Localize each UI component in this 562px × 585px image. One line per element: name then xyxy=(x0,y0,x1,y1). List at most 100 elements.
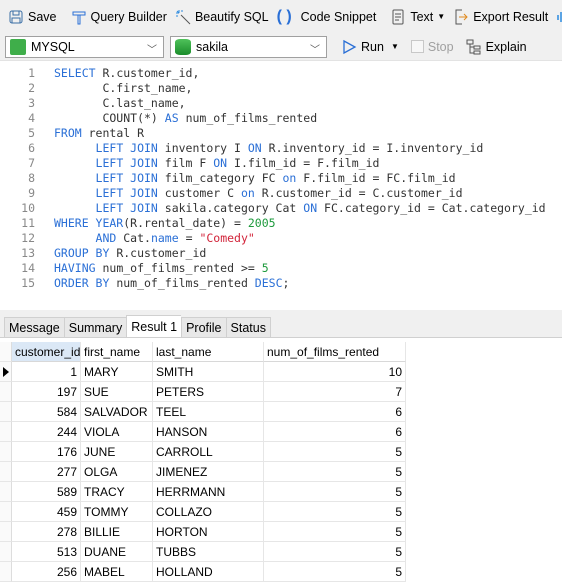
cell-num-of-films-rented[interactable]: 5 xyxy=(264,482,406,502)
cell-customer-id[interactable]: 584 xyxy=(12,402,81,422)
tab-profile[interactable]: Profile xyxy=(181,317,226,338)
cell-num-of-films-rented[interactable]: 6 xyxy=(264,422,406,442)
code-line[interactable]: 2 C.first_name, xyxy=(0,81,192,96)
cell-num-of-films-rented[interactable]: 5 xyxy=(264,562,406,582)
cell-last-name[interactable]: HORTON xyxy=(153,522,264,542)
cell-num-of-films-rented[interactable]: 5 xyxy=(264,462,406,482)
cell-customer-id[interactable]: 244 xyxy=(12,422,81,442)
table-row[interactable]: 459 TOMMY COLLAZO 5 xyxy=(0,502,406,522)
database-select[interactable]: sakila ﹀ xyxy=(170,35,327,58)
cell-last-name[interactable]: HANSON xyxy=(153,422,264,442)
row-indicator[interactable] xyxy=(0,562,12,582)
connection-type-select[interactable]: MYSQL ﹀ xyxy=(5,35,164,58)
code-line[interactable]: 11 WHERE YEAR(R.rental_date) = 2005 xyxy=(0,216,275,231)
row-indicator[interactable] xyxy=(0,482,12,502)
column-header-num-of-films-rented[interactable]: num_of_films_rented xyxy=(264,342,406,362)
cell-first-name[interactable]: TRACY xyxy=(81,482,153,502)
cell-first-name[interactable]: JUNE xyxy=(81,442,153,462)
cell-customer-id[interactable]: 197 xyxy=(12,382,81,402)
cell-num-of-films-rented[interactable]: 7 xyxy=(264,382,406,402)
tab-summary[interactable]: Summary xyxy=(63,317,127,338)
code-line[interactable]: 5 FROM rental R xyxy=(0,126,144,141)
cell-customer-id[interactable]: 256 xyxy=(12,562,81,582)
code-snippet-button[interactable]: ( ) Code Snippet xyxy=(273,5,381,29)
chart-button[interactable] xyxy=(552,5,562,29)
sql-editor[interactable]: 1 SELECT R.customer_id, 2 C.first_name, 3 C… xyxy=(0,60,562,310)
cell-last-name[interactable]: TEEL xyxy=(153,402,264,422)
code-line[interactable]: 13 GROUP BY R.customer_id xyxy=(0,246,206,261)
stop-button[interactable]: Stop xyxy=(407,35,458,59)
row-indicator[interactable] xyxy=(0,442,12,462)
cell-customer-id[interactable]: 278 xyxy=(12,522,81,542)
code-line[interactable]: 7 LEFT JOIN film F ON I.film_id = F.film… xyxy=(0,156,379,171)
cell-num-of-films-rented[interactable]: 5 xyxy=(264,442,406,462)
row-indicator[interactable] xyxy=(0,382,12,402)
cell-num-of-films-rented[interactable]: 6 xyxy=(264,402,406,422)
cell-first-name[interactable]: DUANE xyxy=(81,542,153,562)
cell-first-name[interactable]: BILLIE xyxy=(81,522,153,542)
code-line[interactable]: 4 COUNT(*) AS num_of_films_rented xyxy=(0,111,317,126)
cell-first-name[interactable]: OLGA xyxy=(81,462,153,482)
row-indicator[interactable] xyxy=(0,342,12,362)
code-line[interactable]: 14 HAVING num_of_films_rented >= 5 xyxy=(0,261,269,276)
code-line[interactable]: 15 ORDER BY num_of_films_rented DESC; xyxy=(0,276,289,291)
cell-num-of-films-rented[interactable]: 5 xyxy=(264,542,406,562)
cell-last-name[interactable]: CARROLL xyxy=(153,442,264,462)
cell-customer-id[interactable]: 459 xyxy=(12,502,81,522)
code-line[interactable]: 1 SELECT R.customer_id, xyxy=(0,66,199,81)
cell-customer-id[interactable]: 589 xyxy=(12,482,81,502)
cell-num-of-films-rented[interactable]: 5 xyxy=(264,502,406,522)
result-grid[interactable]: customer_id first_name last_name num_of_fil… xyxy=(0,337,562,585)
column-header-first-name[interactable]: first_name xyxy=(81,342,153,362)
code-line[interactable]: 9 LEFT JOIN customer C on R.customer_id … xyxy=(0,186,462,201)
table-row[interactable]: 584 SALVADOR TEEL 6 xyxy=(0,402,406,422)
cell-last-name[interactable]: HERRMANN xyxy=(153,482,264,502)
code-line[interactable]: 12 AND Cat.name = "Comedy" xyxy=(0,231,255,246)
save-button[interactable]: Save xyxy=(4,5,61,29)
table-row[interactable]: 278 BILLIE HORTON 5 xyxy=(0,522,406,542)
beautify-sql-button[interactable]: Beautify SQL xyxy=(171,5,273,29)
tab-status[interactable]: Status xyxy=(225,317,271,338)
cell-customer-id[interactable]: 1 xyxy=(12,362,81,382)
cell-last-name[interactable]: JIMENEZ xyxy=(153,462,264,482)
table-row[interactable]: 513 DUANE TUBBS 5 xyxy=(0,542,406,562)
cell-num-of-films-rented[interactable]: 10 xyxy=(264,362,406,382)
cell-first-name[interactable]: TOMMY xyxy=(81,502,153,522)
table-row[interactable]: 1 MARY SMITH 10 xyxy=(0,362,406,382)
row-indicator[interactable] xyxy=(0,462,12,482)
table-row[interactable]: 176 JUNE CARROLL 5 xyxy=(0,442,406,462)
cell-last-name[interactable]: COLLAZO xyxy=(153,502,264,522)
run-button[interactable]: Run ▼ xyxy=(337,35,403,59)
cell-first-name[interactable]: VIOLA xyxy=(81,422,153,442)
export-result-button[interactable]: Export Result xyxy=(449,5,552,29)
column-header-customer-id[interactable]: customer_id xyxy=(12,342,81,362)
cell-last-name[interactable]: TUBBS xyxy=(153,542,264,562)
table-row[interactable]: 197 SUE PETERS 7 xyxy=(0,382,406,402)
tab-message[interactable]: Message xyxy=(4,317,64,338)
row-indicator[interactable] xyxy=(0,502,12,522)
cell-first-name[interactable]: SUE xyxy=(81,382,153,402)
tab-result-1[interactable]: Result 1 xyxy=(126,315,182,338)
cell-first-name[interactable]: MABEL xyxy=(81,562,153,582)
table-row[interactable]: 277 OLGA JIMENEZ 5 xyxy=(0,462,406,482)
cell-num-of-films-rented[interactable]: 5 xyxy=(264,522,406,542)
row-indicator[interactable] xyxy=(0,542,12,562)
table-row[interactable]: 244 VIOLA HANSON 6 xyxy=(0,422,406,442)
cell-last-name[interactable]: SMITH xyxy=(153,362,264,382)
table-row[interactable]: 589 TRACY HERRMANN 5 xyxy=(0,482,406,502)
code-line[interactable]: 3 C.last_name, xyxy=(0,96,186,111)
column-header-last-name[interactable]: last_name xyxy=(153,342,264,362)
cell-first-name[interactable]: MARY xyxy=(81,362,153,382)
cell-first-name[interactable]: SALVADOR xyxy=(81,402,153,422)
text-mode-dropdown[interactable]: Text ▼ xyxy=(386,5,449,29)
code-line[interactable]: 10 LEFT JOIN sakila.category Cat ON FC.c… xyxy=(0,201,545,216)
code-line[interactable]: 8 LEFT JOIN film_category FC on F.film_i… xyxy=(0,171,456,186)
cell-last-name[interactable]: PETERS xyxy=(153,382,264,402)
cell-customer-id[interactable]: 277 xyxy=(12,462,81,482)
cell-customer-id[interactable]: 176 xyxy=(12,442,81,462)
code-line[interactable]: 6 LEFT JOIN inventory I ON R.inventory_i… xyxy=(0,141,483,156)
row-indicator[interactable] xyxy=(0,522,12,542)
cell-customer-id[interactable]: 513 xyxy=(12,542,81,562)
row-indicator[interactable] xyxy=(0,422,12,442)
row-indicator[interactable] xyxy=(0,402,12,422)
